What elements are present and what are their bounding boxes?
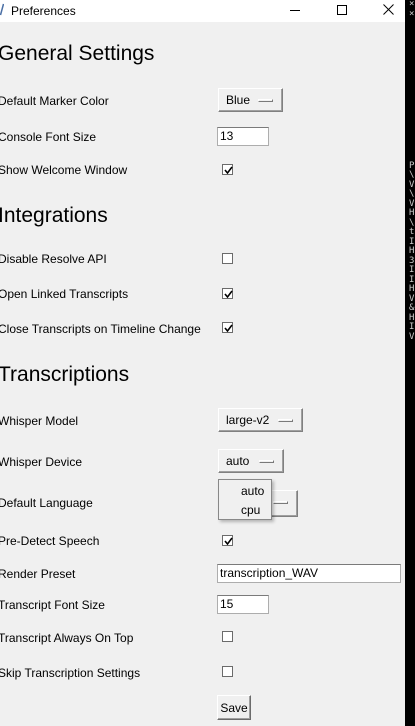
option-menu-indicator-icon [258,99,273,102]
console-font-size-label: Console Font Size [0,130,97,144]
whisper-model-value: large-v2 [226,413,270,427]
section-integrations: Integrations [0,204,108,227]
default-marker-color-label: Default Marker Color [0,94,109,108]
transcript-font-size-label: Transcript Font Size [0,598,105,612]
checkmark-icon [224,324,233,333]
transcript-always-on-top-checkbox[interactable] [222,631,233,642]
transcript-font-size-input[interactable]: 15 [217,595,269,614]
close-button[interactable] [365,0,405,22]
close-icon [382,2,394,20]
disable-resolve-api-label: Disable Resolve API [0,252,107,266]
background-text: × × P \ V \ V H \ t I H 3 I I H V & H I … [409,0,415,342]
disable-resolve-api-checkbox[interactable] [222,253,233,264]
default-marker-color-menu[interactable]: Blue [218,88,283,112]
dropdown-option-cpu[interactable]: cpu [241,503,260,517]
whisper-model-label: Whisper Model [0,414,79,428]
skip-transcription-settings-label: Skip Transcription Settings [0,666,141,680]
dropdown-option-auto[interactable]: auto [241,484,264,498]
title-bar: Preferences [0,0,405,22]
checkmark-icon [224,290,233,299]
background-window-edge: × × P \ V \ V H \ t I H 3 I I H V & H I … [409,0,415,726]
skip-transcription-settings-checkbox[interactable] [222,666,233,677]
minimize-icon [290,2,300,20]
close-transcripts-label: Close Transcripts on Timeline Change [0,322,201,336]
whisper-device-label: Whisper Device [0,455,83,469]
minimize-button[interactable] [272,0,318,22]
option-menu-indicator-icon [278,419,293,422]
option-menu-indicator-icon [273,501,288,504]
default-language-label: Default Language [0,496,93,510]
window-title: Preferences [11,4,76,18]
show-welcome-window-label: Show Welcome Window [0,163,128,177]
whisper-device-dropdown: auto cpu [218,479,272,520]
pre-detect-speech-label: Pre-Detect Speech [0,534,100,548]
whisper-device-value: auto [226,454,250,468]
maximize-button[interactable] [319,0,365,22]
open-linked-transcripts-checkbox[interactable] [222,288,233,299]
whisper-device-menu[interactable]: auto [218,449,284,473]
show-welcome-window-checkbox[interactable] [222,164,233,175]
option-menu-indicator-icon [259,460,274,463]
default-marker-color-value: Blue [226,93,251,107]
pre-detect-speech-checkbox[interactable] [222,535,233,546]
maximize-icon [337,2,347,20]
render-preset-label: Render Preset [0,567,76,581]
checkmark-icon [224,537,233,546]
section-transcriptions: Transcriptions [0,363,130,386]
app-icon [0,3,5,16]
save-button[interactable]: Save [217,695,251,720]
section-general-settings: General Settings [0,42,155,65]
transcript-always-on-top-label: Transcript Always On Top [0,631,134,645]
preferences-window: Preferences General Settings Default Mar… [0,0,405,726]
close-transcripts-checkbox[interactable] [222,322,233,333]
render-preset-input[interactable]: transcription_WAV [217,564,401,583]
checkmark-icon [224,166,233,175]
whisper-model-menu[interactable]: large-v2 [218,408,303,432]
console-font-size-input[interactable]: 13 [217,127,269,146]
open-linked-transcripts-label: Open Linked Transcripts [0,287,129,301]
